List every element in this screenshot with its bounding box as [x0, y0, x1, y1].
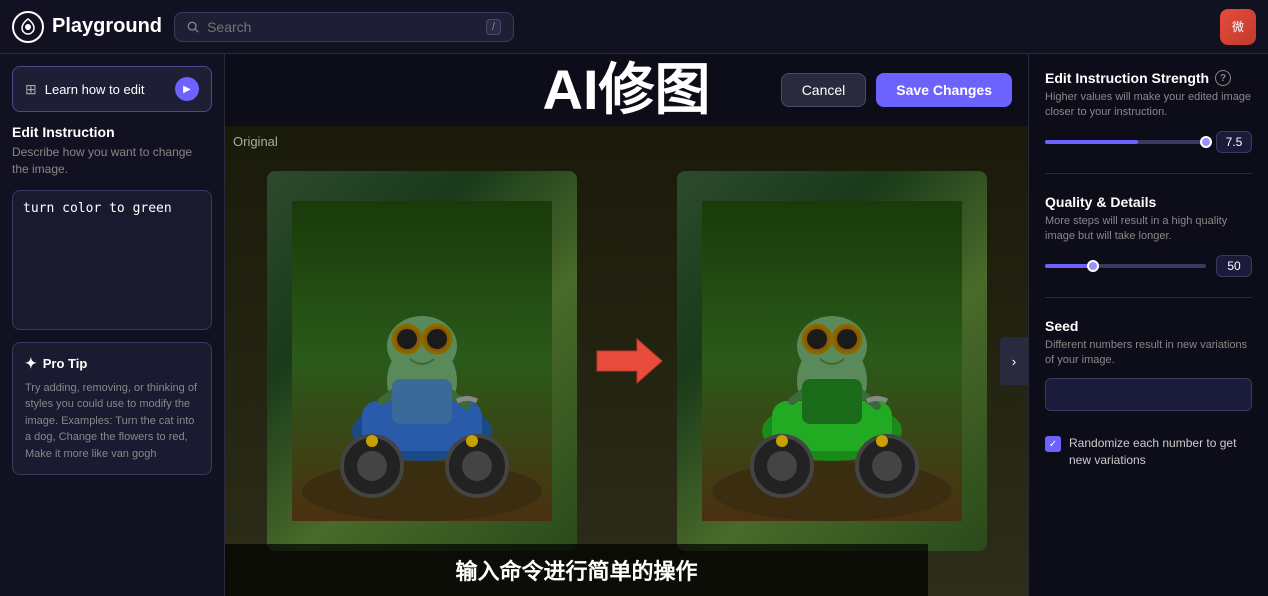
logo-area: Playground — [12, 11, 162, 43]
strength-slider-row: 7.5 — [1045, 131, 1252, 153]
strength-desc: Higher values will make your edited imag… — [1045, 90, 1252, 121]
logo-icon — [12, 11, 44, 43]
strength-help-icon[interactable]: ? — [1215, 70, 1231, 86]
edit-instruction-section: Edit Instruction Describe how you want t… — [12, 124, 212, 178]
strength-title: Edit Instruction Strength ? — [1045, 70, 1252, 86]
main-layout: ⊞ Learn how to edit ▶ Edit Instruction D… — [0, 54, 1268, 596]
learn-how-to-edit-button[interactable]: ⊞ Learn how to edit ▶ — [12, 66, 212, 112]
sidebar: ⊞ Learn how to edit ▶ Edit Instruction D… — [0, 54, 225, 596]
learn-btn-label: Learn how to edit — [45, 82, 167, 97]
main-title: AI修图 — [543, 62, 711, 118]
bottom-overlay-text: 输入命令进行简单的操作 — [455, 559, 697, 584]
quality-title: Quality & Details — [1045, 194, 1252, 210]
search-bar[interactable]: / — [174, 12, 514, 42]
center-content: AI修图 Cancel Save Changes Original › — [225, 54, 1028, 596]
seed-desc: Different numbers result in new variatio… — [1045, 338, 1252, 369]
app-title: Playground — [52, 15, 162, 38]
image-area: Original › — [225, 126, 1028, 596]
edit-instruction-desc: Describe how you want to change the imag… — [12, 144, 212, 178]
strength-value: 7.5 — [1216, 131, 1252, 153]
pro-tip-box: ✦ Pro Tip Try adding, removing, or think… — [12, 342, 212, 476]
search-input[interactable] — [207, 19, 478, 35]
pro-tip-header: ✦ Pro Tip — [25, 355, 199, 372]
randomize-checkbox[interactable]: ✓ — [1045, 436, 1061, 452]
topbar: Playground / 微 — [0, 0, 1268, 54]
blue-frog-svg — [292, 201, 552, 521]
green-frog-svg — [702, 201, 962, 521]
seed-section: Seed Different numbers result in new var… — [1045, 318, 1252, 412]
edit-instruction-title: Edit Instruction — [12, 124, 212, 140]
header-buttons: Cancel Save Changes — [781, 73, 1012, 107]
quality-slider-fill — [1045, 264, 1093, 268]
center-header: AI修图 Cancel Save Changes — [225, 54, 1028, 126]
original-image — [267, 171, 577, 551]
original-label: Original — [233, 134, 278, 149]
instruction-textarea[interactable]: turn color to green — [12, 190, 212, 330]
quality-value: 50 — [1216, 255, 1252, 277]
quality-slider-track[interactable] — [1045, 264, 1206, 268]
randomize-row: ✓ Randomize each number to get new varia… — [1045, 435, 1252, 469]
seed-input[interactable] — [1045, 378, 1252, 411]
pro-tip-label: Pro Tip — [43, 356, 88, 371]
seed-title: Seed — [1045, 318, 1252, 334]
scroll-right-button[interactable]: › — [1000, 337, 1028, 385]
search-icon — [187, 20, 199, 34]
chevron-right-icon: › — [1012, 354, 1016, 369]
divider-2 — [1045, 297, 1252, 298]
image-composite: 输入命令进行简单的操作 — [225, 126, 1028, 596]
pro-tip-text: Try adding, removing, or thinking of sty… — [25, 380, 199, 463]
arrow-svg — [587, 331, 667, 391]
play-icon: ▶ — [175, 77, 199, 101]
quality-slider-row: 50 — [1045, 255, 1252, 277]
quality-section: Quality & Details More steps will result… — [1045, 194, 1252, 277]
strength-slider-thumb[interactable] — [1200, 136, 1212, 148]
strength-slider-fill — [1045, 140, 1138, 144]
arrow-area — [577, 331, 677, 391]
save-changes-button[interactable]: Save Changes — [876, 73, 1012, 107]
quality-slider-thumb[interactable] — [1087, 260, 1099, 272]
star-icon: ✦ — [25, 355, 37, 372]
strength-section: Edit Instruction Strength ? Higher value… — [1045, 70, 1252, 153]
book-icon: ⊞ — [25, 81, 37, 98]
right-panel: Edit Instruction Strength ? Higher value… — [1028, 54, 1268, 596]
divider-1 — [1045, 173, 1252, 174]
avatar[interactable]: 微 — [1220, 9, 1256, 45]
bottom-text-overlay: 输入命令进行简单的操作 — [225, 544, 928, 596]
randomize-label: Randomize each number to get new variati… — [1069, 435, 1252, 469]
cancel-button[interactable]: Cancel — [781, 73, 867, 107]
search-slash: / — [486, 19, 501, 35]
quality-desc: More steps will result in a high quality… — [1045, 214, 1252, 245]
strength-slider-track[interactable] — [1045, 140, 1206, 144]
edited-image — [677, 171, 987, 551]
